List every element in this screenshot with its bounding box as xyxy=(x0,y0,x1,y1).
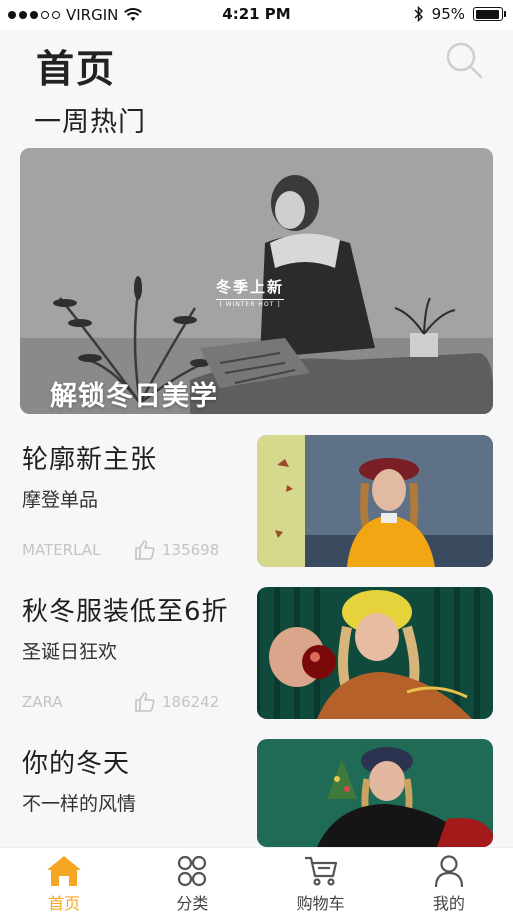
bluetooth-icon xyxy=(414,6,423,22)
user-icon xyxy=(434,855,463,888)
card-meta: ZARA 186242 xyxy=(22,691,219,713)
hero-logo-text: 冬季上新 xyxy=(216,278,285,296)
article-card[interactable]: 轮廓新主张 摩登单品 MATERLAL 135698 xyxy=(20,435,493,569)
like-button[interactable]: 186242 xyxy=(134,691,219,713)
search-button[interactable] xyxy=(444,40,484,80)
like-button[interactable]: 135698 xyxy=(134,539,219,561)
card-subtitle: 圣诞日狂欢 xyxy=(22,641,118,663)
tab-profile[interactable]: 我的 xyxy=(385,848,513,917)
tab-cart[interactable]: 购物车 xyxy=(257,848,385,917)
like-count: 186242 xyxy=(162,693,220,711)
tab-label: 首页 xyxy=(48,894,81,913)
card-meta: MATERLAL 135698 xyxy=(22,539,219,561)
like-count: 135698 xyxy=(162,541,220,559)
card-title: 秋冬服装低至6折 xyxy=(22,597,229,627)
tab-label: 我的 xyxy=(432,894,465,913)
tab-bar: 首页 分类 购物车 我的 xyxy=(0,847,513,917)
status-bar: VIRGIN 4:21 PM 95% xyxy=(0,0,513,30)
hero-logo: 冬季上新 [ WINTER HOT ] xyxy=(216,276,285,308)
card-image xyxy=(257,435,493,567)
card-title: 你的冬天 xyxy=(22,749,131,779)
article-card[interactable]: 秋冬服装低至6折 圣诞日狂欢 ZARA 186242 xyxy=(20,587,493,721)
thumbs-up-icon xyxy=(135,540,155,560)
hero-title: 解锁冬日美学 xyxy=(50,381,218,412)
tab-home[interactable]: 首页 xyxy=(0,848,128,917)
card-image xyxy=(257,739,493,847)
card-brand: MATERLAL xyxy=(22,541,101,559)
tab-category[interactable]: 分类 xyxy=(128,848,256,917)
card-brand: ZARA xyxy=(22,693,63,711)
card-subtitle: 摩登单品 xyxy=(22,489,99,511)
category-icon xyxy=(178,855,207,887)
page-title: 首页 xyxy=(36,47,117,91)
hero-banner[interactable]: 冬季上新 [ WINTER HOT ] 解锁冬日美学 xyxy=(20,148,493,414)
status-right: 95% xyxy=(414,5,506,23)
search-icon xyxy=(446,42,483,79)
section-title: 一周热门 xyxy=(34,107,146,138)
tab-label: 分类 xyxy=(176,894,209,913)
tab-label: 购物车 xyxy=(296,894,345,913)
card-title: 轮廓新主张 xyxy=(22,445,158,475)
card-subtitle: 不一样的风情 xyxy=(22,793,137,815)
home-icon xyxy=(47,856,82,886)
cart-icon xyxy=(304,856,337,886)
hero-logo-subtext: [ WINTER HOT ] xyxy=(216,299,285,308)
battery-icon xyxy=(473,7,506,21)
thumbs-up-icon xyxy=(135,692,155,712)
battery-percent: 95% xyxy=(431,5,465,23)
card-image xyxy=(257,587,493,719)
